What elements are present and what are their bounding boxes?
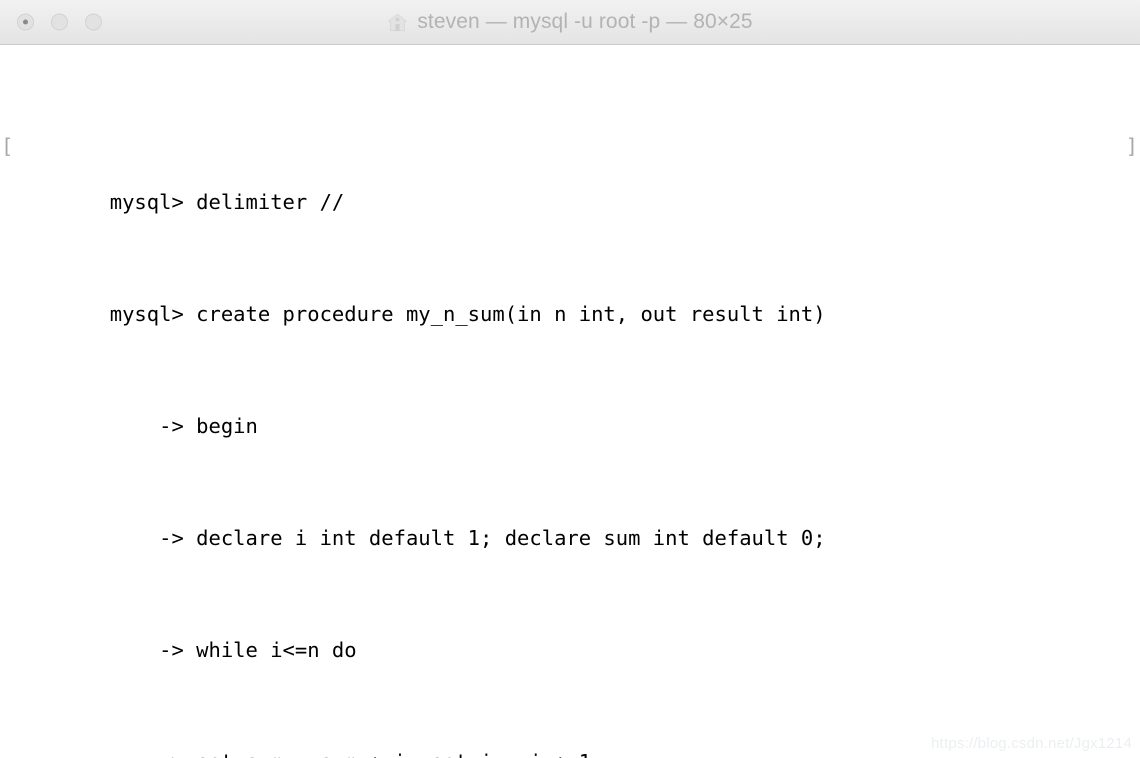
terminal-line: [ mysql> delimiter // ] [0, 132, 1140, 214]
window-titlebar[interactable]: steven — mysql -u root -p — 80×25 [0, 0, 1140, 45]
window-title: steven — mysql -u root -p — 80×25 [417, 10, 753, 33]
terminal-line: -> set sum = sum + i; set i = i + 1; [0, 692, 1140, 758]
terminal-line-text: -> set sum = sum + i; set i = i + 1; [99, 748, 603, 758]
terminal-line-text: -> declare i int default 1; declare sum … [109, 526, 826, 550]
window-title-group: steven — mysql -u root -p — 80×25 [0, 0, 1140, 44]
terminal-line: -> declare i int default 1; declare sum … [0, 468, 1140, 550]
minimize-button[interactable] [51, 13, 68, 31]
window-controls [17, 13, 102, 31]
maximize-button[interactable] [85, 13, 102, 31]
terminal-line-text: mysql> delimiter // [109, 190, 345, 214]
close-button[interactable] [17, 13, 34, 31]
watermark: https://blog.csdn.net/Jgx1214 [931, 735, 1132, 752]
terminal-line-text: mysql> create procedure my_n_sum(in n in… [109, 302, 826, 326]
terminal-window: steven — mysql -u root -p — 80×25 [ mysq… [0, 0, 1140, 758]
terminal-screen[interactable]: [ mysql> delimiter // ] mysql> create pr… [0, 48, 1140, 758]
terminal-line: mysql> create procedure my_n_sum(in n in… [0, 244, 1140, 326]
terminal-body[interactable]: [ mysql> delimiter // ] mysql> create pr… [0, 45, 1140, 758]
terminal-line-text: -> while i<=n do [109, 638, 357, 662]
terminal-line: -> while i<=n do [0, 580, 1140, 662]
close-icon [23, 19, 28, 25]
line-marker-right: ] [1125, 134, 1138, 158]
home-icon [387, 13, 408, 31]
line-marker-left: [ [1, 134, 14, 158]
terminal-line: -> begin [0, 356, 1140, 438]
terminal-line-text: -> begin [109, 414, 258, 438]
